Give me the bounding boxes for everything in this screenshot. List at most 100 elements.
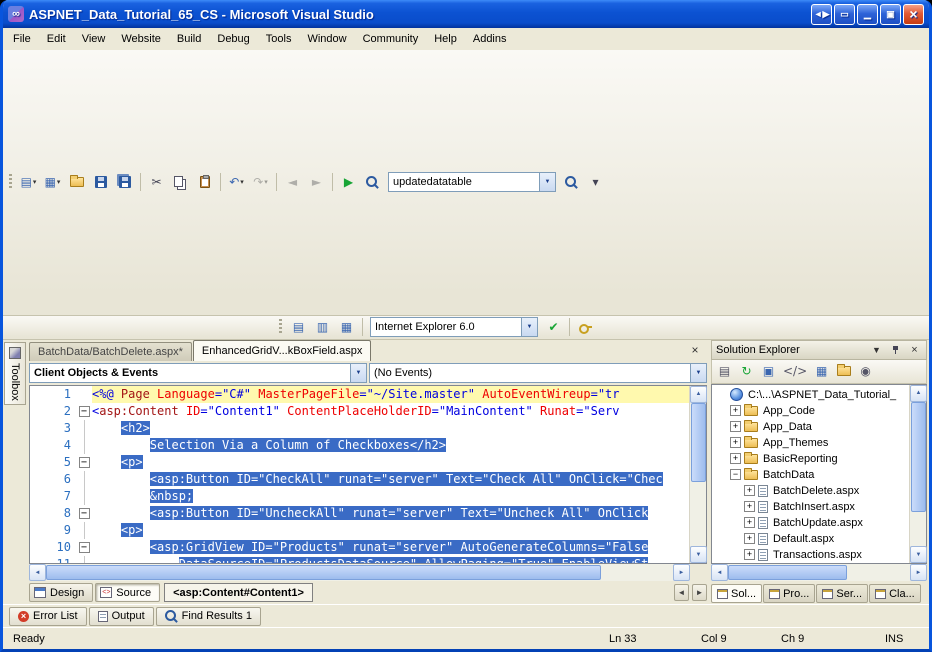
editor-vscrollbar-thumb[interactable] [690, 402, 706, 483]
dock-tab-error-list[interactable]: Error List [9, 606, 87, 626]
format-bullets-button[interactable]: ▥ [311, 316, 334, 338]
solution-explorer-header[interactable]: Solution Explorer ▼ × [711, 339, 927, 360]
toolbar-gripper[interactable] [9, 174, 12, 191]
toolbar-gripper[interactable] [279, 319, 282, 335]
tree-item[interactable]: C:\...\ASPNET_Data_Tutorial_ [712, 387, 909, 403]
tree-expander-icon[interactable]: + [744, 485, 755, 496]
scroll-left-icon[interactable]: ◄ [711, 564, 728, 581]
find-next-button[interactable] [560, 171, 583, 193]
chevron-down-icon[interactable]: ▼ [690, 363, 706, 382]
tree-expander-icon[interactable]: + [744, 549, 755, 560]
float-window-button[interactable]: ▭ [834, 3, 855, 25]
code-text[interactable]: <h2> [92, 420, 689, 437]
fold-collapse-box[interactable]: − [78, 507, 90, 519]
event-dropdown[interactable]: (No Events) ▼ [369, 362, 707, 383]
tree-item[interactable]: + BasicReporting [712, 451, 909, 467]
close-document-button[interactable]: × [687, 342, 703, 358]
cut-button[interactable]: ✂ [145, 171, 168, 193]
tree-expander-icon[interactable]: + [730, 437, 741, 448]
open-file-button[interactable] [65, 171, 88, 193]
panel-tab-ser[interactable]: Ser... [816, 584, 869, 603]
dock-tab-output[interactable]: Output [88, 606, 154, 626]
code-text[interactable]: &nbsp; [92, 488, 689, 505]
menu-item-website[interactable]: Website [113, 29, 169, 49]
panel-tab-cla[interactable]: Cla... [869, 584, 921, 603]
title-bar[interactable]: ∞ ASPNET_Data_Tutorial_65_CS - Microsoft… [3, 0, 929, 28]
tree-expander-icon[interactable]: + [730, 405, 741, 416]
refresh-button[interactable]: ↻ [736, 361, 757, 381]
design-view-button[interactable]: Design [29, 583, 94, 602]
tree-expander-icon[interactable]: + [744, 533, 755, 544]
browser-target-combo[interactable]: Internet Explorer 6.0 ▼ [370, 317, 538, 337]
fold-collapse-box[interactable]: − [78, 456, 90, 468]
tree-horizontal-scrollbar[interactable]: ◄ ► [711, 564, 927, 581]
menu-item-file[interactable]: File [5, 29, 39, 49]
scroll-up-icon[interactable]: ▲ [910, 384, 927, 402]
redo-button[interactable]: ↷ ▾ [249, 171, 272, 193]
navigate-forward-button[interactable]: ► [305, 171, 328, 193]
aspnet-configuration-button[interactable]: ◉ [855, 361, 876, 381]
close-panel-icon[interactable]: × [907, 343, 922, 357]
tree-item[interactable]: + App_Code [712, 403, 909, 419]
format-block-button[interactable]: ▤ [287, 316, 310, 338]
restore-button[interactable]: ▣ [880, 3, 901, 25]
tree-expander-icon[interactable]: + [744, 501, 755, 512]
scroll-up-icon[interactable]: ▲ [690, 385, 707, 403]
tree-expander-icon[interactable]: + [730, 453, 741, 464]
tree-item[interactable]: + BatchUpdate.aspx [712, 515, 909, 531]
toolbar-options-button[interactable]: ▾ [584, 171, 607, 193]
save-button[interactable] [89, 171, 112, 193]
code-text[interactable]: <p> [92, 454, 689, 471]
tree-vertical-scrollbar[interactable]: ▲ ▼ [909, 384, 927, 563]
code-text[interactable]: <p> [92, 522, 689, 539]
save-all-button[interactable] [113, 171, 136, 193]
start-debug-button[interactable]: ▶ [337, 171, 360, 193]
paste-button[interactable] [193, 171, 216, 193]
code-text[interactable]: <asp:Content ID="Content1" ContentPlaceH… [92, 403, 689, 420]
browse-with-button[interactable] [361, 171, 384, 193]
solution-tree[interactable]: C:\...\ASPNET_Data_Tutorial_ + App_Code + Ap… [712, 385, 909, 564]
menu-item-help[interactable]: Help [426, 29, 465, 49]
tree-expander-icon[interactable]: + [730, 421, 741, 432]
scroll-left-icon[interactable]: ◄ [29, 564, 46, 581]
scroll-down-icon[interactable]: ▼ [690, 546, 707, 563]
menu-item-community[interactable]: Community [355, 29, 427, 49]
view-designer-button[interactable]: ▦ [811, 361, 832, 381]
tree-item[interactable]: + Transactions.aspx [712, 547, 909, 563]
menu-item-edit[interactable]: Edit [39, 29, 74, 49]
find-combo[interactable]: updatedatatable ▼ [388, 172, 556, 193]
chevron-down-icon[interactable]: ▼ [539, 173, 555, 192]
editor-tab[interactable]: BatchData/BatchDelete.aspx* [29, 341, 192, 361]
properties-button[interactable]: ▤ [714, 361, 735, 381]
code-text[interactable]: DataSourceID="ProductsDataSource" AllowP… [92, 556, 689, 563]
new-project-button[interactable]: ▤ ▾ [17, 171, 40, 193]
scroll-down-icon[interactable]: ▼ [910, 546, 927, 563]
dock-tab-find-results-1[interactable]: Find Results 1 [155, 606, 261, 626]
menu-item-build[interactable]: Build [169, 29, 209, 49]
toolbox-tab[interactable]: Toolbox [4, 341, 26, 406]
code-text[interactable]: <asp:GridView ID="Products" runat="serve… [92, 539, 689, 556]
nest-related-files-button[interactable]: ▣ [758, 361, 779, 381]
chevron-down-icon[interactable]: ▼ [521, 318, 537, 336]
add-new-item-button[interactable]: ▦ ▾ [41, 171, 64, 193]
panel-tab-pro[interactable]: Pro... [763, 584, 816, 603]
tag-navigator-left-icon[interactable]: ◄ [674, 584, 689, 601]
menu-item-addins[interactable]: Addins [465, 29, 515, 49]
code-text[interactable]: Selection Via a Column of Checkboxes</h2… [92, 437, 689, 454]
tree-item[interactable]: + Default.aspx [712, 531, 909, 547]
copy-web-site-button[interactable] [833, 361, 854, 381]
copy-button[interactable] [169, 171, 192, 193]
menu-item-tools[interactable]: Tools [258, 29, 300, 49]
tree-hscrollbar-thumb[interactable] [728, 565, 847, 580]
source-view-button[interactable]: Source [95, 583, 161, 602]
view-code-button[interactable]: </> [780, 361, 810, 381]
tree-item[interactable]: + App_Themes [712, 435, 909, 451]
tree-expander-icon[interactable]: + [744, 517, 755, 528]
tag-navigator[interactable]: <asp:Content#Content1> [164, 583, 313, 602]
menu-item-view[interactable]: View [74, 29, 114, 49]
tree-expander-icon[interactable]: − [730, 469, 741, 480]
navigate-back-button[interactable]: ◄ [281, 171, 304, 193]
fold-collapse-box[interactable]: − [78, 405, 90, 417]
chevron-down-icon[interactable]: ▼ [350, 363, 366, 382]
close-button[interactable]: × [903, 3, 924, 25]
